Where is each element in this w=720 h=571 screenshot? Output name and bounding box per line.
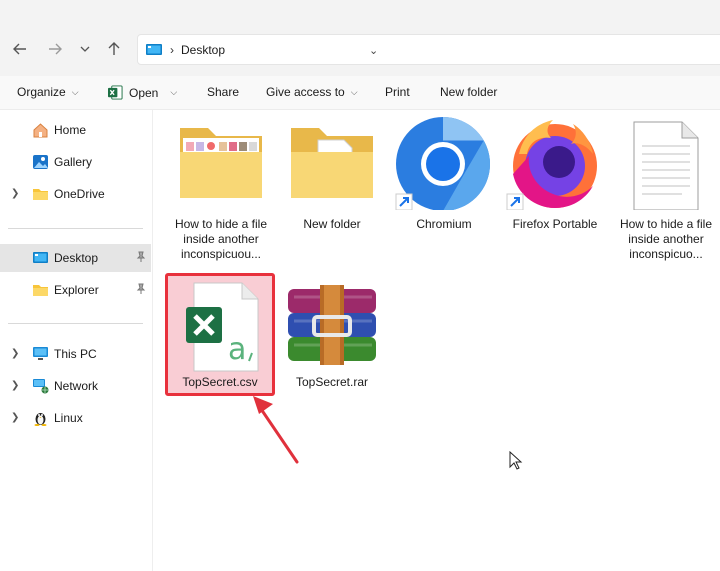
forward-button[interactable] — [44, 38, 66, 60]
file-item[interactable]: New folder — [280, 114, 384, 234]
sidebar-item-label: Linux — [54, 411, 83, 425]
chevron-right-icon[interactable]: ❯ — [11, 380, 19, 391]
file-item[interactable]: How to hide a file inside another incons… — [169, 114, 273, 264]
file-name: TopSecret.csv — [182, 375, 258, 389]
sidebar-item-onedrive[interactable]: ❯ OneDrive — [0, 180, 151, 208]
file-name: TopSecret.rar — [295, 375, 369, 389]
sidebar-divider — [8, 228, 143, 229]
navigation-bar: › Desktop ⌄ — [0, 0, 720, 76]
pin-icon[interactable] — [135, 283, 147, 295]
file-item[interactable]: TopSecret.rar — [280, 279, 384, 394]
desktop-icon — [33, 252, 48, 263]
folder-icon — [291, 128, 373, 198]
folder-icon — [33, 285, 48, 296]
sidebar-item-home[interactable]: Home — [0, 116, 151, 144]
sidebar-item-network[interactable]: ❯ Network — [0, 372, 151, 400]
organize-label: Organize — [17, 85, 66, 99]
chevron-down-icon: ⌵ — [71, 86, 79, 97]
file-name: New folder — [303, 217, 361, 231]
svg-text:a: a — [228, 332, 246, 367]
gallery-icon — [33, 155, 48, 169]
csv-file-icon: a — [186, 282, 259, 372]
mouse-cursor-icon — [509, 451, 523, 470]
linux-penguin-icon — [34, 413, 47, 426]
file-item[interactable]: How to hide a file inside another incons… — [614, 114, 718, 274]
firefox-icon — [506, 120, 597, 210]
chevron-right-icon[interactable]: ❯ — [11, 348, 19, 359]
chevron-down-icon — [80, 46, 90, 52]
open-menu[interactable]: Open ⌵ — [108, 85, 177, 100]
sidebar-item-label: OneDrive — [54, 187, 105, 201]
folder-with-images-icon — [180, 128, 262, 198]
chevron-right-icon[interactable]: ❯ — [11, 412, 19, 423]
text-document-icon — [633, 121, 699, 210]
new-folder-label: New folder — [440, 85, 498, 99]
up-button[interactable] — [103, 38, 125, 60]
sidebar-divider — [8, 323, 143, 324]
file-item[interactable]: Firefox Portable — [503, 114, 607, 234]
network-icon — [33, 379, 49, 394]
home-icon — [33, 123, 48, 138]
share-label: Share — [207, 85, 240, 99]
file-item-selected[interactable]: a TopSecret.csv — [168, 279, 272, 394]
sidebar-item-gallery[interactable]: Gallery — [0, 148, 151, 176]
give-access-label: Give access to — [266, 85, 345, 99]
sidebar-item-label: Gallery — [54, 155, 93, 169]
file-item[interactable]: Chromium — [392, 114, 496, 234]
folder-icon — [33, 189, 48, 200]
sidebar-item-this-pc[interactable]: ❯ This PC — [0, 340, 151, 368]
file-name: Firefox Portable — [512, 217, 598, 231]
sidebar-item-label: Network — [54, 379, 99, 393]
breadcrumb-desktop[interactable]: Desktop — [181, 43, 225, 57]
up-arrow-icon — [108, 42, 120, 55]
sidebar-item-desktop[interactable]: Desktop — [0, 244, 151, 272]
forward-arrow-icon — [49, 43, 62, 55]
chevron-down-icon: ⌵ — [170, 87, 178, 97]
sidebar-item-linux[interactable]: ❯ Linux — [0, 404, 151, 432]
share-button[interactable]: Share — [207, 85, 239, 99]
breadcrumb-separator-icon: › — [170, 42, 174, 57]
organize-menu[interactable]: Organize ⌵ — [17, 85, 79, 99]
sidebar-item-explorer[interactable]: Explorer — [0, 276, 151, 304]
print-label: Print — [385, 85, 410, 99]
navigation-pane: Home Gallery ❯ OneDrive Desktop Explorer… — [0, 110, 153, 571]
file-name: Chromium — [416, 217, 472, 231]
give-access-menu[interactable]: Give access to ⌵ — [266, 85, 358, 99]
chevron-down-icon: ⌵ — [350, 86, 358, 97]
sidebar-item-label: Desktop — [54, 251, 99, 265]
address-bar[interactable]: › Desktop ⌄ — [137, 34, 720, 65]
new-folder-button[interactable]: New folder — [440, 85, 497, 99]
desktop-icon — [146, 43, 162, 55]
breadcrumb-dropdown-icon[interactable]: ⌄ — [369, 44, 378, 57]
file-name: How to hide a file inside another incons… — [174, 217, 268, 261]
chevron-right-icon[interactable]: ❯ — [11, 188, 19, 199]
sidebar-item-label: This PC — [54, 347, 97, 361]
back-button[interactable] — [9, 38, 31, 60]
excel-icon — [108, 85, 123, 100]
sidebar-item-label: Explorer — [54, 283, 99, 297]
recent-locations-button[interactable] — [74, 38, 96, 60]
command-bar: Organize ⌵ Open ⌵ Share Give access to ⌵… — [0, 76, 720, 110]
open-label: Open — [129, 85, 159, 100]
sidebar-item-label: Home — [54, 123, 87, 137]
file-name: How to hide a file inside another incons… — [619, 217, 713, 261]
pin-icon[interactable] — [135, 251, 147, 263]
chromium-icon — [395, 117, 490, 210]
annotation-arrow-icon — [253, 396, 299, 464]
print-button[interactable]: Print — [385, 85, 410, 99]
rar-archive-icon — [288, 285, 376, 365]
monitor-icon — [33, 347, 48, 360]
back-arrow-icon — [13, 43, 26, 55]
